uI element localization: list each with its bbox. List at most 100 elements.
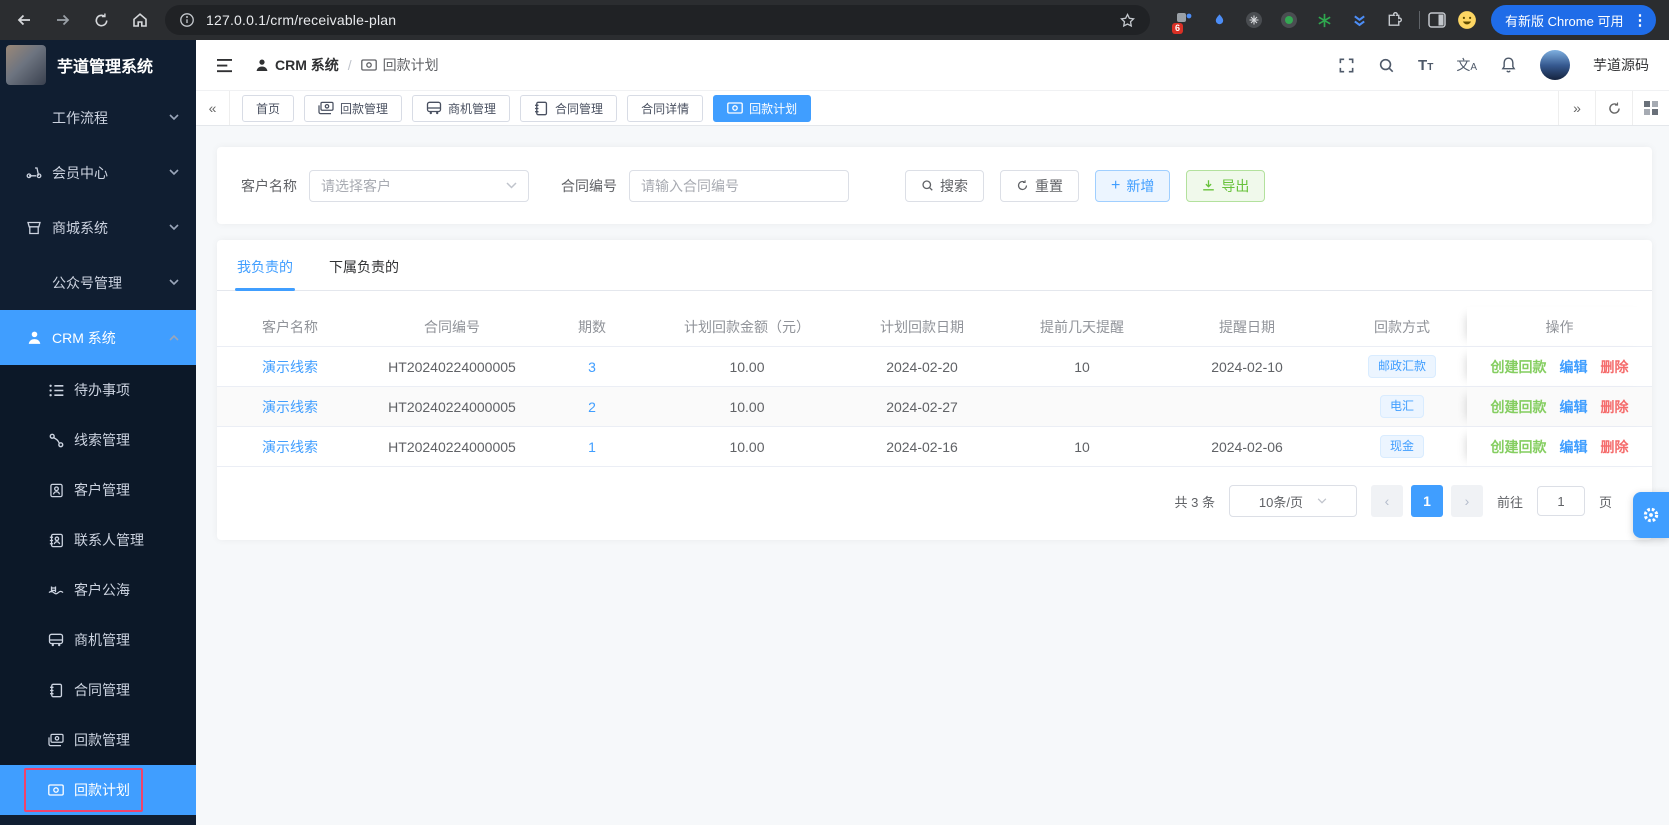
fullscreen-icon[interactable] (1338, 57, 1355, 74)
delete-link[interactable]: 删除 (1601, 357, 1629, 377)
breadcrumb-root[interactable]: CRM 系统 (255, 55, 339, 75)
browser-forward-icon[interactable] (54, 11, 72, 29)
refresh-tab-icon[interactable] (1595, 91, 1632, 125)
site-info-icon[interactable] (179, 12, 195, 28)
create-receivable-link[interactable]: 创建回款 (1491, 397, 1547, 417)
add-button[interactable]: + 新增 (1095, 169, 1171, 202)
extension-chevrons-icon[interactable] (1349, 10, 1369, 30)
translate-icon[interactable]: 文A (1456, 55, 1477, 75)
banknote-icon (360, 59, 377, 71)
menu-icon (26, 110, 42, 126)
filter-card: 客户名称 请选择客户 合同编号 搜索 重置 + 新增 导出 (217, 147, 1652, 224)
delete-link[interactable]: 删除 (1601, 397, 1629, 417)
sidebar-item[interactable]: 会员中心 (0, 145, 196, 200)
font-size-icon[interactable]: TT (1418, 57, 1433, 74)
search-button[interactable]: 搜索 (905, 169, 984, 202)
browser-reload-icon[interactable] (93, 12, 110, 29)
sidebar-item[interactable]: CRM 系统 (0, 310, 196, 365)
sidebar-item[interactable]: 商城系统 (0, 200, 196, 255)
browser-home-icon[interactable] (131, 11, 149, 29)
chevron-down-icon (169, 278, 179, 286)
tab-mine[interactable]: 我负责的 (235, 257, 295, 291)
customer-link[interactable]: 演示线索 (262, 397, 318, 417)
browser-menu-icon[interactable]: ⋮ (1632, 13, 1647, 28)
chevron-down-icon (169, 223, 179, 231)
edit-link[interactable]: 编辑 (1560, 397, 1588, 417)
side-panel-icon[interactable] (1427, 10, 1447, 30)
nav-tab[interactable]: 回款计划 (713, 94, 812, 122)
sidebar-item[interactable]: 客户公海 (0, 565, 196, 615)
remind-days-cell (1007, 387, 1157, 427)
browser-back-icon[interactable] (15, 11, 33, 29)
search-icon[interactable] (1378, 57, 1395, 74)
customer-link[interactable]: 演示线索 (262, 357, 318, 377)
theme-settings-button[interactable] (1633, 492, 1669, 538)
bookmark-star-icon[interactable] (1119, 12, 1136, 29)
nav-tab[interactable]: 合同详情 (627, 94, 704, 122)
sidebar-item[interactable]: 客户管理 (0, 465, 196, 515)
amount-cell: 10.00 (657, 347, 837, 387)
profile-emoji-avatar[interactable] (1457, 10, 1477, 30)
nav-tab[interactable]: 首页 (242, 94, 295, 122)
extension-dark-circle-icon[interactable] (1244, 10, 1264, 30)
extension-blocks-icon[interactable]: 6 (1172, 10, 1194, 34)
nav-tab[interactable]: 商机管理 (412, 94, 511, 122)
nav-tabs-bar: « 首页 回款管理 商机管理 合同管理 合同详情 回款计划 » (196, 90, 1669, 126)
export-button[interactable]: 导出 (1186, 169, 1266, 202)
extensions-puzzle-icon[interactable] (1384, 10, 1404, 30)
sidebar-item[interactable]: 工作流程 (0, 90, 196, 145)
sidebar-item[interactable]: 线索管理 (0, 415, 196, 465)
user-avatar[interactable] (1540, 50, 1570, 80)
page-header: CRM 系统 / 回款计划 TT 文A 芋道源码 (196, 40, 1669, 90)
extension-drop-icon[interactable] (1209, 10, 1229, 30)
goto-page-input[interactable] (1536, 486, 1585, 516)
create-receivable-link[interactable]: 创建回款 (1491, 437, 1547, 457)
menu-icon (26, 275, 42, 291)
address-bar[interactable]: 127.0.0.1/crm/receivable-plan (165, 5, 1150, 35)
customer-link[interactable]: 演示线索 (262, 437, 318, 457)
nav-tab[interactable]: 回款管理 (304, 94, 403, 122)
edit-link[interactable]: 编辑 (1560, 437, 1588, 457)
period-link[interactable]: 2 (588, 399, 596, 415)
period-link[interactable]: 1 (588, 439, 596, 455)
sidebar-item[interactable]: 回款计划 (0, 765, 196, 815)
reset-button[interactable]: 重置 (1000, 169, 1079, 202)
tabs-scroll-left-icon[interactable]: « (196, 91, 230, 125)
contract-no-input[interactable] (629, 169, 849, 202)
tab-subordinate[interactable]: 下属负责的 (329, 257, 399, 290)
contract-no-cell: HT20240224000005 (377, 427, 527, 467)
customer-select[interactable]: 请选择客户 (309, 169, 529, 202)
bell-icon[interactable] (1500, 56, 1517, 74)
url-text: 127.0.0.1/crm/receivable-plan (206, 12, 397, 28)
business-bus-icon (48, 632, 64, 648)
extension-asterisk-icon[interactable] (1314, 10, 1334, 30)
customer-name-label: 客户名称 (241, 177, 297, 194)
banknote-icon (727, 102, 743, 114)
layout-grid-icon[interactable] (1632, 91, 1669, 125)
chrome-update-button[interactable]: 有新版 Chrome 可用 ⋮ (1491, 5, 1657, 35)
page-size-select[interactable]: 10条/页 (1228, 485, 1357, 517)
total-count: 共 3 条 (1174, 494, 1215, 510)
period-link[interactable]: 3 (588, 359, 596, 375)
sidebar-item[interactable]: 回款管理 (0, 715, 196, 765)
edit-link[interactable]: 编辑 (1560, 357, 1588, 377)
user-icon (255, 58, 269, 72)
browser-toolbar: 127.0.0.1/crm/receivable-plan 6 有新版 Chro… (0, 0, 1669, 40)
sidebar-item[interactable]: 公众号管理 (0, 255, 196, 310)
sidebar-item[interactable]: 联系人管理 (0, 515, 196, 565)
open-sea-icon (48, 582, 64, 598)
amount-cell: 10.00 (657, 387, 837, 427)
delete-link[interactable]: 删除 (1601, 437, 1629, 457)
payment-method-tag: 现金 (1379, 435, 1424, 458)
next-page-button[interactable]: › (1450, 485, 1483, 517)
sidebar-item[interactable]: 商机管理 (0, 615, 196, 665)
nav-tab[interactable]: 合同管理 (520, 94, 618, 122)
sidebar-item[interactable]: 合同管理 (0, 665, 196, 715)
collapse-sidebar-icon[interactable] (216, 58, 233, 73)
tabs-scroll-right-icon[interactable]: » (1558, 91, 1595, 125)
sidebar-item[interactable]: 待办事项 (0, 365, 196, 415)
prev-page-button[interactable]: ‹ (1370, 485, 1403, 517)
create-receivable-link[interactable]: 创建回款 (1491, 357, 1547, 377)
page-number-button[interactable]: 1 (1410, 485, 1443, 517)
extension-green-dot-icon[interactable] (1279, 10, 1299, 30)
